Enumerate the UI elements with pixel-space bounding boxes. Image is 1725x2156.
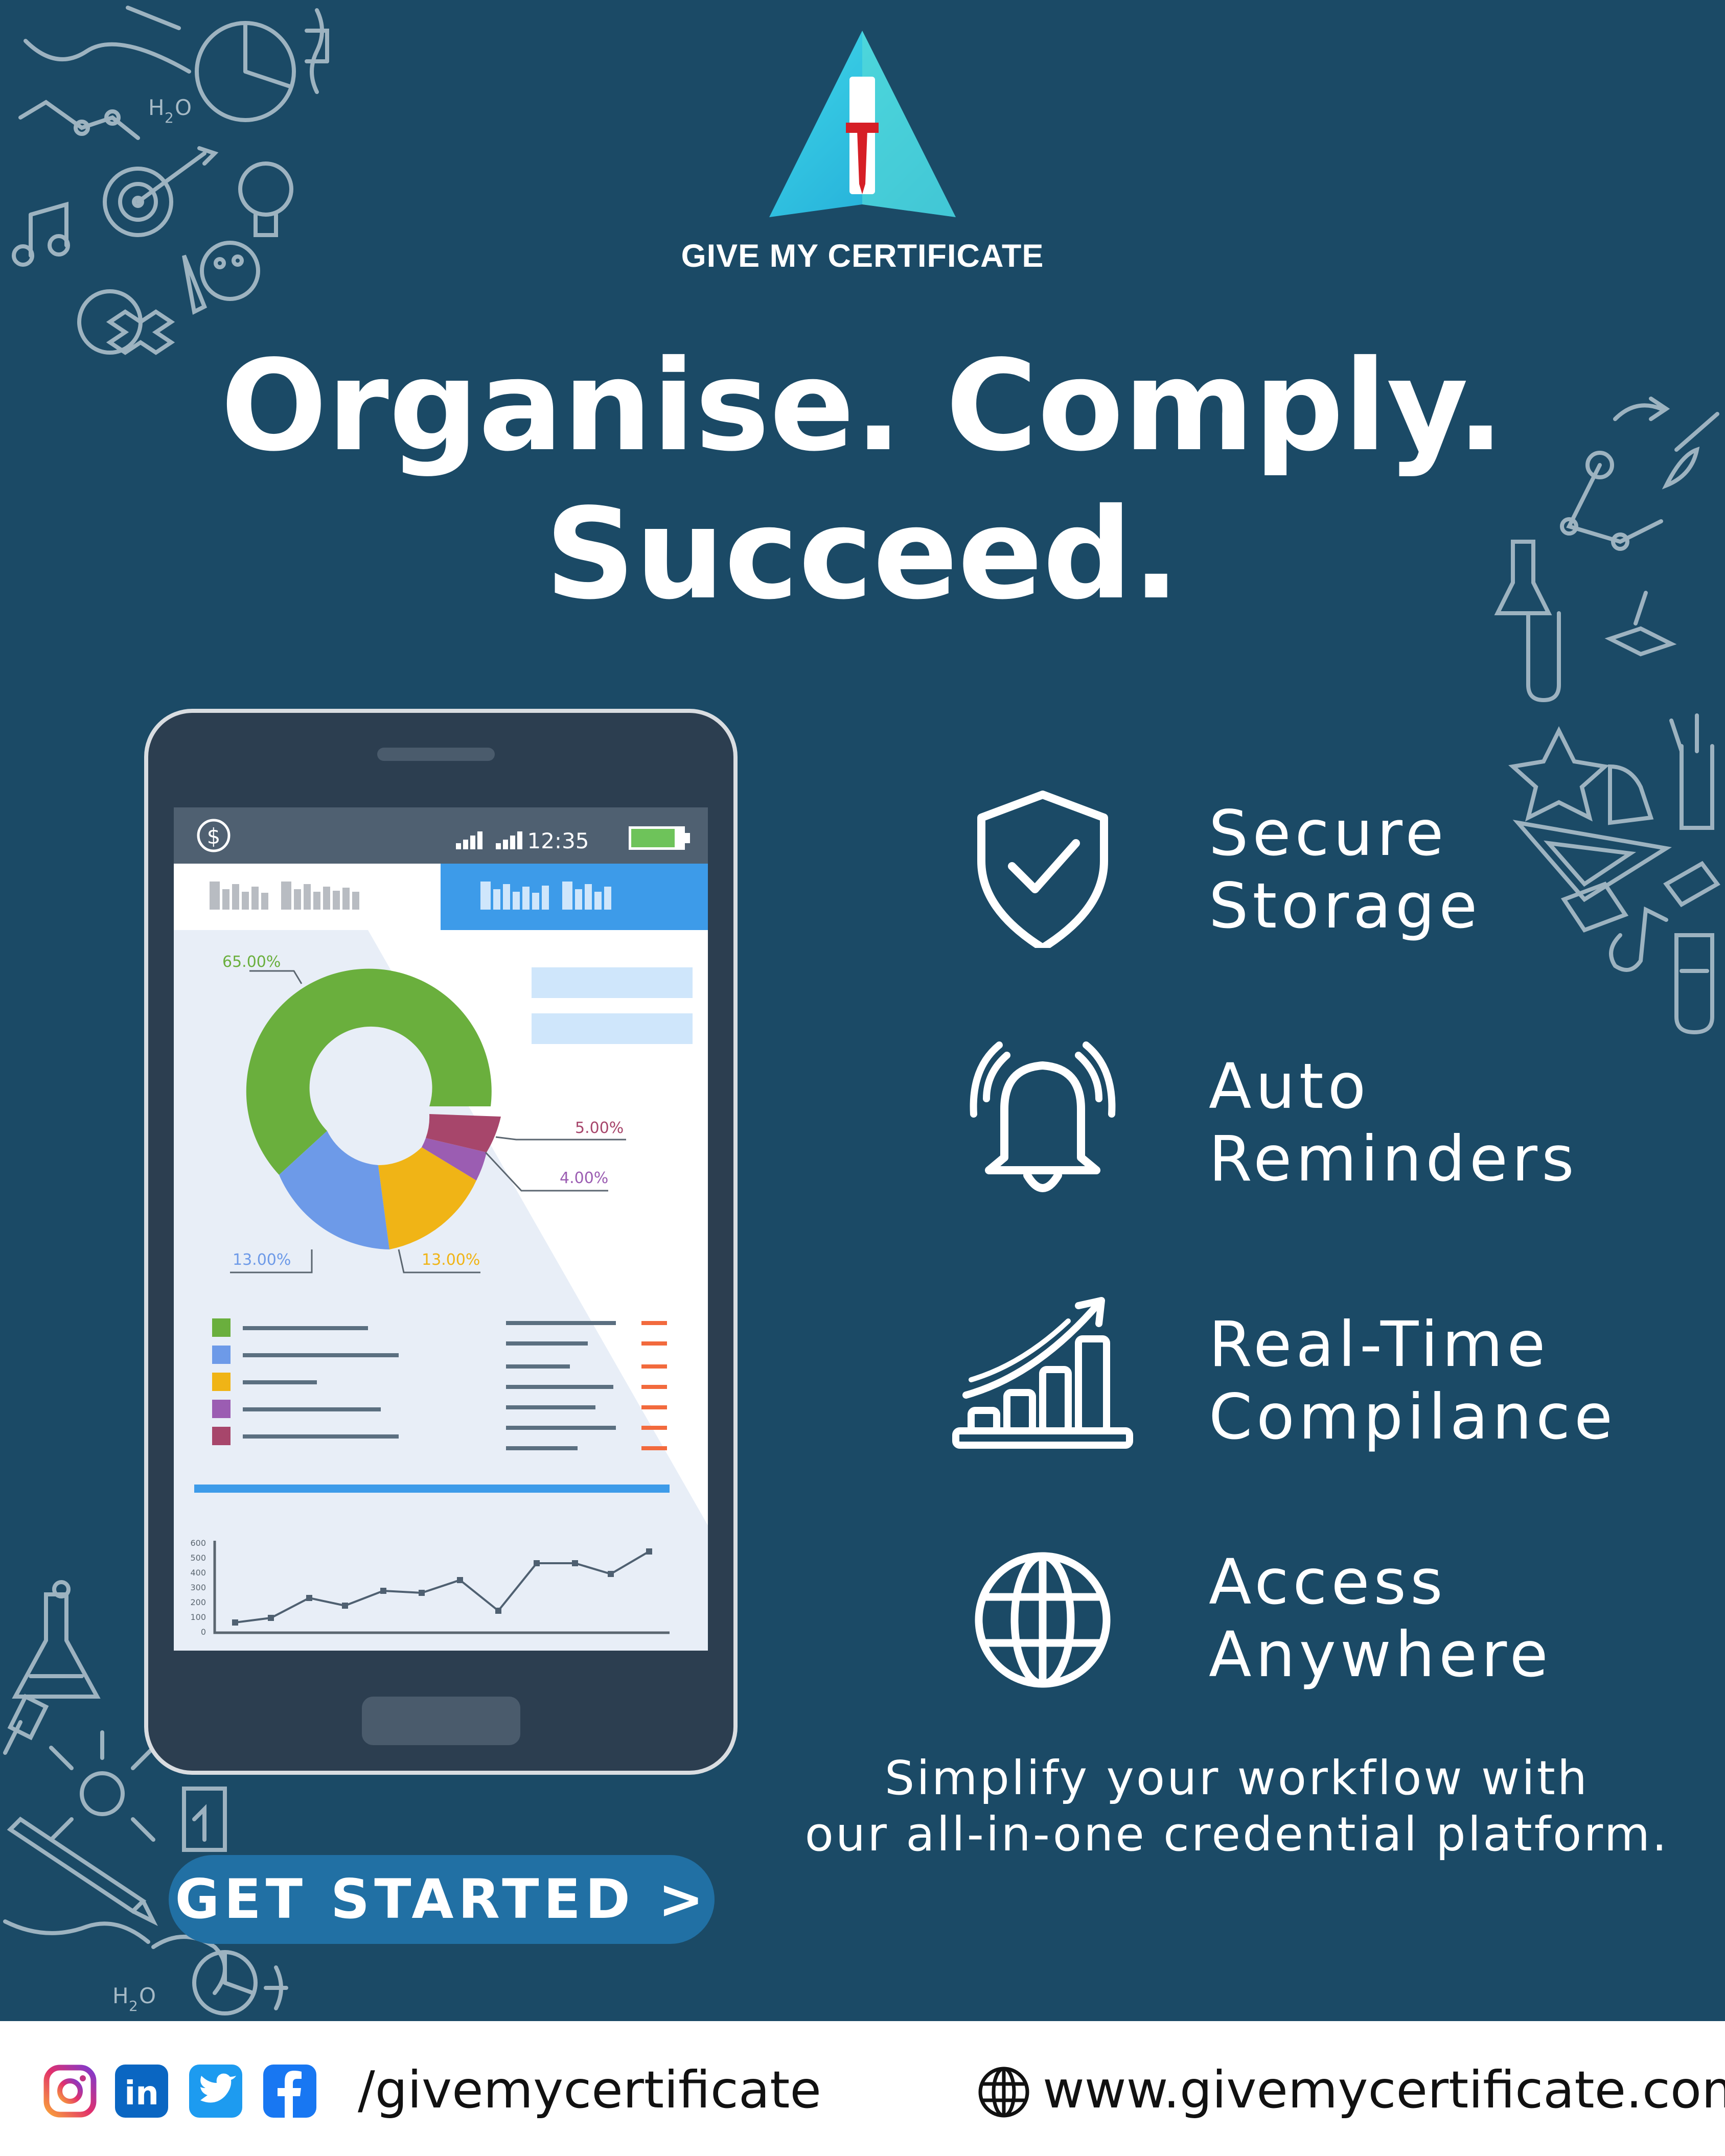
phone-status-bar bbox=[174, 807, 708, 864]
twitter-icon[interactable] bbox=[189, 2065, 242, 2118]
legend-box-1 bbox=[532, 967, 693, 998]
svg-text:H: H bbox=[148, 95, 165, 120]
phone-home-button bbox=[362, 1697, 520, 1745]
facebook-icon[interactable] bbox=[263, 2065, 316, 2118]
get-started-button[interactable]: GET STARTED > bbox=[169, 1855, 715, 1944]
svg-text:$: $ bbox=[207, 824, 221, 849]
headline: Organise. Comply. Succeed. bbox=[0, 332, 1725, 629]
svg-text:400: 400 bbox=[190, 1568, 206, 1578]
feature-access-anywhere: Access Anywhere bbox=[1209, 1546, 1552, 1691]
donut-label-green: 65.00% bbox=[222, 953, 281, 971]
bell-icon bbox=[970, 1041, 1116, 1192]
svg-text:2: 2 bbox=[129, 1998, 138, 2014]
tagline: Simplify your workflow with our all-in-o… bbox=[804, 1751, 1669, 1862]
donut-label-yellow: 13.00% bbox=[422, 1251, 480, 1269]
donut-label-blue: 13.00% bbox=[233, 1251, 291, 1269]
svg-text:600: 600 bbox=[190, 1538, 206, 1548]
svg-text:200: 200 bbox=[190, 1597, 206, 1607]
headline-line-2: Succeed. bbox=[545, 481, 1180, 627]
phone-speaker bbox=[377, 748, 495, 761]
donut-label-purple: 4.00% bbox=[560, 1169, 608, 1187]
social-handle[interactable]: /givemycertificate bbox=[358, 2054, 821, 2126]
legend-box-2 bbox=[532, 1013, 693, 1044]
feature-real-time-compliance: Real-Time Compilance bbox=[1209, 1308, 1617, 1453]
headline-line-1: Organise. Comply. bbox=[220, 333, 1505, 479]
svg-text:O: O bbox=[175, 95, 192, 120]
screen-divider bbox=[194, 1485, 670, 1493]
instagram-icon[interactable] bbox=[43, 2065, 97, 2118]
feature-auto-reminders: Auto Reminders bbox=[1209, 1050, 1578, 1195]
battery-icon bbox=[629, 826, 690, 850]
brand-name: GIVE MY CERTIFICATE bbox=[681, 238, 1044, 274]
svg-text:H: H bbox=[112, 1983, 129, 2008]
shield-check-icon bbox=[977, 791, 1108, 948]
brand-logo-icon bbox=[769, 31, 956, 217]
svg-text:O: O bbox=[139, 1983, 156, 2008]
svg-text:in: in bbox=[124, 2075, 159, 2113]
svg-text:300: 300 bbox=[190, 1583, 206, 1592]
svg-text:2: 2 bbox=[165, 109, 174, 126]
status-time: 12:35 bbox=[527, 828, 589, 853]
globe-icon bbox=[975, 1552, 1111, 1688]
linkedin-icon[interactable]: in bbox=[115, 2065, 168, 2118]
website-globe-icon bbox=[978, 2067, 1029, 2118]
donut-label-maroon: 5.00% bbox=[575, 1119, 624, 1137]
phone-mockup: $ 12:35 65.00% 5.00% 4.00% 13.00% 13.00%… bbox=[144, 709, 738, 1775]
feature-secure-storage: Secure Storage bbox=[1209, 797, 1482, 942]
svg-text:0: 0 bbox=[201, 1627, 206, 1637]
svg-text:100: 100 bbox=[190, 1612, 206, 1622]
growth-chart-icon bbox=[952, 1297, 1133, 1449]
svg-text:500: 500 bbox=[190, 1553, 206, 1563]
website-link[interactable]: www.givemycertificate.com bbox=[1043, 2054, 1725, 2126]
